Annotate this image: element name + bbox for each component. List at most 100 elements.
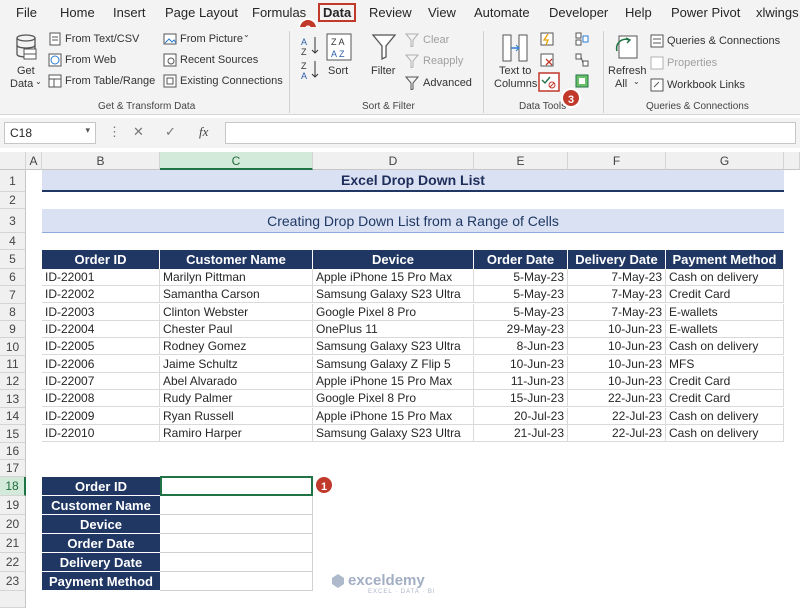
row-header[interactable]: 3 — [0, 209, 26, 233]
menu-automate[interactable]: Automate — [474, 5, 530, 20]
row-header[interactable]: 18 — [0, 477, 26, 496]
row-header[interactable]: 21 — [0, 534, 26, 553]
table-cell[interactable]: Cash on delivery — [666, 338, 784, 355]
lookup-label-order-id[interactable]: Order ID — [42, 477, 160, 496]
column-header-c[interactable]: C — [160, 152, 313, 170]
menu-power-pivot[interactable]: Power Pivot — [671, 5, 740, 20]
table-cell[interactable]: Google Pixel 8 Pro — [313, 390, 474, 407]
table-cell[interactable]: Credit Card — [666, 286, 784, 303]
table-cell[interactable]: Rodney Gomez — [160, 338, 313, 355]
get-data-line1[interactable]: Get — [17, 65, 35, 77]
lookup-label-device[interactable]: Device — [42, 515, 160, 534]
cancel-icon[interactable]: ✕ — [133, 124, 144, 140]
menu-review[interactable]: Review — [369, 5, 412, 20]
row-header[interactable]: 13 — [0, 390, 26, 408]
table-cell[interactable]: 7-May-23 — [568, 286, 666, 303]
enter-icon[interactable]: ✓ — [165, 124, 176, 140]
table-cell[interactable]: Google Pixel 8 Pro — [313, 304, 474, 321]
menu-home[interactable]: Home — [60, 5, 95, 20]
existing-connections-button[interactable]: Existing Connections — [180, 75, 283, 87]
lookup-label-order-date[interactable]: Order Date — [42, 534, 160, 553]
chevron-down-icon[interactable]: ▾ — [85, 125, 90, 136]
row-header[interactable]: 23 — [0, 572, 26, 591]
table-cell[interactable]: ID-22006 — [42, 356, 160, 373]
table-cell[interactable]: Rudy Palmer — [160, 390, 313, 407]
formula-input[interactable] — [225, 122, 796, 144]
table-header-payment-method[interactable]: Payment Method — [666, 250, 784, 269]
menu-help[interactable]: Help — [625, 5, 652, 20]
table-cell[interactable]: 22-Jun-23 — [568, 390, 666, 407]
table-cell[interactable]: Marilyn Pittman — [160, 269, 313, 286]
filter-button[interactable]: Filter — [371, 65, 395, 77]
table-cell[interactable]: Cash on delivery — [666, 408, 784, 425]
table-cell[interactable]: 11-Jun-23 — [474, 373, 568, 390]
from-text-csv-button[interactable]: From Text/CSV — [65, 33, 139, 45]
refresh-all-line1[interactable]: Refresh — [608, 65, 647, 77]
delivery-date-cell[interactable] — [160, 553, 313, 572]
table-cell[interactable]: ID-22010 — [42, 425, 160, 442]
table-cell[interactable]: ID-22002 — [42, 286, 160, 303]
sort-button[interactable]: Sort — [328, 65, 348, 77]
row-header[interactable] — [0, 591, 26, 608]
row-header[interactable]: 14 — [0, 408, 26, 425]
text-to-columns-line1[interactable]: Text to — [499, 65, 531, 77]
table-header-order-id[interactable]: Order ID — [42, 250, 160, 269]
table-cell[interactable]: 10-Jun-23 — [568, 356, 666, 373]
row-header[interactable]: 16 — [0, 443, 26, 460]
table-cell[interactable]: ID-22007 — [42, 373, 160, 390]
device-cell[interactable] — [160, 515, 313, 534]
table-cell[interactable]: Apple iPhone 15 Pro Max — [313, 373, 474, 390]
row-header[interactable]: 19 — [0, 496, 26, 515]
table-cell[interactable]: 15-Jun-23 — [474, 390, 568, 407]
properties-button[interactable]: Properties — [667, 57, 717, 69]
column-header-a[interactable]: A — [26, 152, 42, 170]
menu-formulas[interactable]: Formulas — [252, 5, 306, 20]
table-cell[interactable]: Samantha Carson — [160, 286, 313, 303]
row-header[interactable]: 5 — [0, 250, 26, 269]
column-header-h[interactable] — [784, 152, 800, 170]
sheet-title[interactable]: Excel Drop Down List — [42, 170, 784, 192]
table-cell[interactable]: ID-22009 — [42, 408, 160, 425]
menu-data[interactable]: Data — [318, 3, 357, 22]
table-cell[interactable]: 29-May-23 — [474, 321, 568, 338]
table-cell[interactable]: E-wallets — [666, 321, 784, 338]
table-cell[interactable]: 7-May-23 — [568, 269, 666, 286]
order-date-cell[interactable] — [160, 534, 313, 553]
table-cell[interactable]: Ramiro Harper — [160, 425, 313, 442]
table-cell[interactable]: 10-Jun-23 — [568, 321, 666, 338]
row-header[interactable]: 7 — [0, 286, 26, 304]
reapply-button[interactable]: Reapply — [423, 55, 463, 67]
table-header-order-date[interactable]: Order Date — [474, 250, 568, 269]
table-cell[interactable]: Apple iPhone 15 Pro Max — [313, 408, 474, 425]
select-all-corner[interactable] — [0, 152, 26, 170]
table-cell[interactable]: Cash on delivery — [666, 425, 784, 442]
table-cell[interactable]: Samsung Galaxy S23 Ultra — [313, 338, 474, 355]
table-header-customer-name[interactable]: Customer Name — [160, 250, 313, 269]
table-cell[interactable]: Samsung Galaxy S23 Ultra — [313, 286, 474, 303]
table-cell[interactable]: Cash on delivery — [666, 269, 784, 286]
from-table-range-button[interactable]: From Table/Range — [65, 75, 155, 87]
column-header-d[interactable]: D — [313, 152, 474, 170]
customer-name-cell[interactable] — [160, 496, 313, 515]
order-id-input-cell[interactable] — [160, 476, 313, 496]
from-web-button[interactable]: From Web — [65, 54, 116, 66]
row-header[interactable]: 4 — [0, 233, 26, 250]
table-cell[interactable]: Samsung Galaxy S23 Ultra — [313, 425, 474, 442]
menu-xlwings[interactable]: xlwings — [756, 5, 799, 20]
insert-function-icon[interactable]: fx — [199, 124, 208, 140]
menu-view[interactable]: View — [428, 5, 456, 20]
table-cell[interactable]: Abel Alvarado — [160, 373, 313, 390]
menu-developer[interactable]: Developer — [549, 5, 608, 20]
row-header[interactable]: 1 — [0, 170, 26, 192]
row-header[interactable]: 12 — [0, 373, 26, 390]
column-header-b[interactable]: B — [42, 152, 160, 170]
table-cell[interactable]: 8-Jun-23 — [474, 338, 568, 355]
table-cell[interactable]: ID-22008 — [42, 390, 160, 407]
sheet-subtitle[interactable]: Creating Drop Down List from a Range of … — [42, 209, 784, 233]
column-header-e[interactable]: E — [474, 152, 568, 170]
table-cell[interactable]: 22-Jul-23 — [568, 425, 666, 442]
data-validation-icon[interactable] — [538, 72, 560, 92]
table-cell[interactable]: Credit Card — [666, 390, 784, 407]
table-cell[interactable]: 10-Jun-23 — [474, 356, 568, 373]
refresh-all-line2[interactable]: All — [615, 78, 627, 90]
